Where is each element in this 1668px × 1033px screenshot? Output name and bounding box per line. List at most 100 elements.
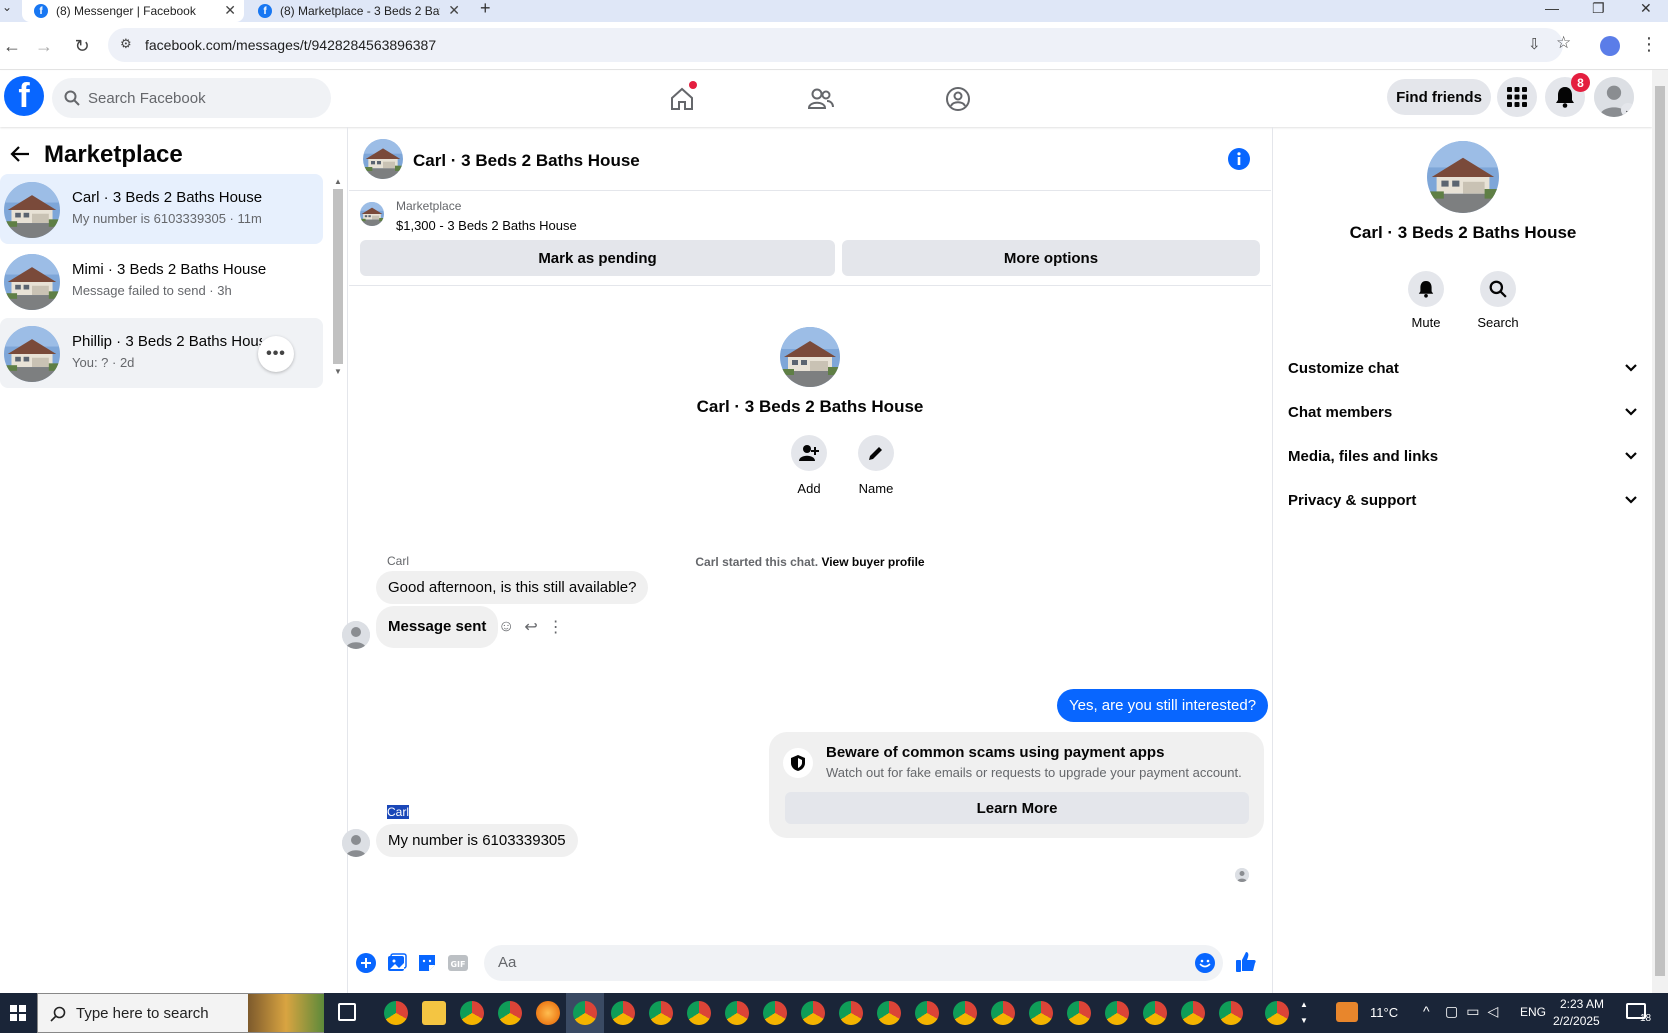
chrome-icon[interactable] <box>953 1001 977 1025</box>
install-icon[interactable]: ⇩ <box>1528 35 1541 53</box>
weather-icon[interactable] <box>1336 1002 1358 1022</box>
mark-as-pending-button[interactable]: Mark as pending <box>360 240 835 276</box>
chrome-icon[interactable] <box>1219 1001 1243 1025</box>
task-view-icon[interactable] <box>338 1003 356 1021</box>
sticker-icon[interactable] <box>417 953 437 973</box>
chrome-icon[interactable] <box>498 1001 522 1025</box>
notifications-button[interactable]: 8 <box>1545 73 1590 117</box>
restore-icon[interactable]: ❐ <box>1592 0 1605 17</box>
taskbar-scroll-arrows[interactable]: ▲ ▼ <box>1300 997 1308 1029</box>
chrome-icon[interactable] <box>1181 1001 1205 1025</box>
tab-marketplace[interactable]: f (8) Marketplace - 3 Beds 2 Bath ✕ <box>250 0 468 22</box>
chrome-icon[interactable] <box>1143 1001 1167 1025</box>
chrome-icon[interactable] <box>1067 1001 1091 1025</box>
more-options-button[interactable]: More options <box>842 240 1260 276</box>
incoming-message[interactable]: Message sent <box>376 606 499 648</box>
bookmark-star-icon[interactable]: ☆ <box>1556 33 1571 53</box>
close-tab-icon[interactable]: ✕ <box>448 2 460 19</box>
chrome-icon[interactable] <box>460 1001 484 1025</box>
reply-icon[interactable]: ↩ <box>524 617 537 637</box>
facebook-logo-icon[interactable]: f <box>4 76 44 116</box>
weather-temp[interactable]: 11°C <box>1370 1005 1398 1020</box>
chrome-icon[interactable] <box>611 1001 635 1025</box>
profile-icon[interactable] <box>1600 36 1620 56</box>
listing-thumbnail[interactable] <box>360 202 384 226</box>
tray-chevron-icon[interactable]: ^ <box>1423 1003 1430 1019</box>
close-window-icon[interactable]: ✕ <box>1640 0 1652 17</box>
customize-chat-section[interactable]: Customize chat <box>1288 348 1638 388</box>
mute-button[interactable]: Mute <box>1391 271 1461 330</box>
chrome-icon[interactable] <box>915 1001 939 1025</box>
chrome-icon[interactable] <box>1265 1001 1289 1025</box>
more-options-icon[interactable]: ••• <box>258 336 294 372</box>
file-explorer-icon[interactable] <box>422 1001 446 1025</box>
emoji-icon[interactable] <box>1195 953 1215 973</box>
thumbs-up-icon[interactable] <box>1235 951 1257 973</box>
learn-more-button[interactable]: Learn More <box>785 792 1249 824</box>
gif-icon[interactable]: GIF <box>447 953 469 973</box>
minimize-icon[interactable]: — <box>1545 0 1559 16</box>
add-member-button[interactable]: Add <box>779 435 839 496</box>
menu-grid-button[interactable] <box>1497 77 1537 117</box>
chrome-icon[interactable] <box>1105 1001 1129 1025</box>
scroll-down-icon[interactable]: ▼ <box>334 367 342 376</box>
chat-members-section[interactable]: Chat members <box>1288 392 1638 432</box>
back-arrow-icon[interactable] <box>10 145 30 163</box>
scrollbar-thumb[interactable] <box>333 189 343 364</box>
incoming-message[interactable]: My number is 6103339305 <box>376 824 578 857</box>
chrome-icon[interactable] <box>1029 1001 1053 1025</box>
chat-title[interactable]: Carl · 3 Beds 2 Baths House <box>413 151 640 171</box>
sender-avatar[interactable] <box>342 829 370 857</box>
tab-messenger[interactable]: f (8) Messenger | Facebook ✕ <box>22 0 244 22</box>
chrome-icon[interactable] <box>725 1001 749 1025</box>
forward-icon[interactable]: → <box>32 34 56 58</box>
view-buyer-profile-link[interactable]: View buyer profile <box>821 555 924 569</box>
conversation-item-mimi[interactable]: Mimi · 3 Beds 2 Baths House Message fail… <box>0 246 323 316</box>
back-icon[interactable]: ← <box>0 34 24 58</box>
reload-icon[interactable]: ↻ <box>70 34 94 58</box>
conversation-item-phillip[interactable]: Phillip · 3 Beds 2 Baths House You: ? · … <box>0 318 323 388</box>
tab-search-chevron[interactable]: ⌄ <box>2 0 12 14</box>
privacy-support-section[interactable]: Privacy & support <box>1288 480 1638 520</box>
chrome-icon[interactable] <box>801 1001 825 1025</box>
chat-header-avatar[interactable] <box>363 139 403 179</box>
react-icon[interactable]: ☺ <box>498 618 514 636</box>
language-indicator[interactable]: ENG <box>1520 1005 1546 1019</box>
info-icon[interactable] <box>1227 147 1251 171</box>
message-input[interactable]: Aa <box>484 945 1223 981</box>
friends-nav-icon[interactable] <box>800 79 840 119</box>
chrome-icon[interactable] <box>877 1001 901 1025</box>
address-bar[interactable]: ⚙ facebook.com/messages/t/94282845638963… <box>108 28 1571 62</box>
page-scrollbar[interactable] <box>1652 70 1668 993</box>
clock-date[interactable]: 2/2/2025 <box>1553 1014 1600 1028</box>
media-files-links-section[interactable]: Media, files and links <box>1288 436 1638 476</box>
conversation-item-carl[interactable]: Carl · 3 Beds 2 Baths House My number is… <box>0 174 323 244</box>
search-in-chat-button[interactable]: Search <box>1463 271 1533 330</box>
sender-avatar[interactable] <box>342 621 370 649</box>
name-chat-button[interactable]: Name <box>846 435 906 496</box>
incoming-message[interactable]: Good afternoon, is this still available? <box>376 571 649 604</box>
listing-price[interactable]: $1,300 - 3 Beds 2 Baths House <box>396 218 577 233</box>
chrome-icon[interactable] <box>649 1001 673 1025</box>
chrome-icon[interactable] <box>384 1001 408 1025</box>
chrome-icon[interactable] <box>687 1001 711 1025</box>
windows-start-icon[interactable] <box>0 993 36 1033</box>
scrollbar-thumb[interactable] <box>1655 86 1665 976</box>
site-info-icon[interactable]: ⚙ <box>120 36 132 52</box>
close-tab-icon[interactable]: ✕ <box>224 2 236 19</box>
chrome-icon[interactable] <box>573 1001 597 1025</box>
chrome-icon[interactable] <box>991 1001 1015 1025</box>
facebook-search-input[interactable]: Search Facebook <box>52 78 331 118</box>
home-nav-icon[interactable] <box>662 79 702 119</box>
list-scrollbar[interactable]: ▲ ▼ <box>331 177 345 377</box>
new-tab-icon[interactable]: + <box>480 0 491 19</box>
scroll-up-icon[interactable]: ▲ <box>334 177 342 186</box>
chrome-icon[interactable] <box>839 1001 863 1025</box>
account-avatar-button[interactable]: ⌄ <box>1594 77 1634 117</box>
photo-icon[interactable] <box>387 953 407 973</box>
find-friends-button[interactable]: Find friends <box>1387 79 1491 115</box>
clock-time[interactable]: 2:23 AM <box>1560 997 1604 1011</box>
more-vertical-icon[interactable]: ⋮ <box>548 617 564 637</box>
firefox-icon[interactable] <box>536 1001 560 1025</box>
browser-menu-icon[interactable]: ⋮ <box>1640 34 1658 55</box>
